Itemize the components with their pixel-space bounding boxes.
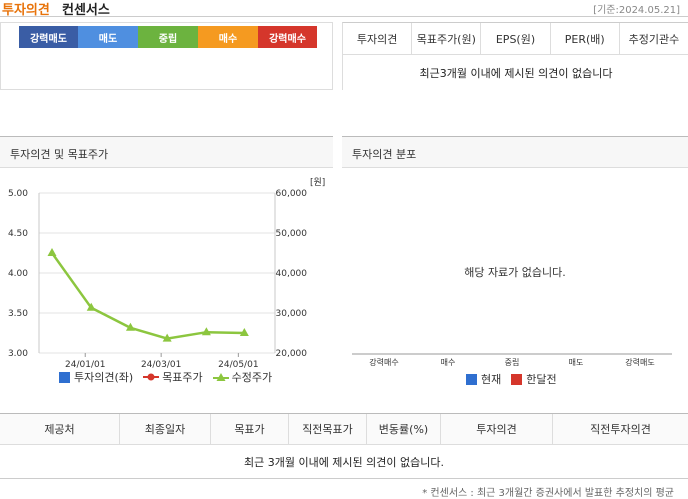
chart-panel: 투자의견 및 목표주가 5.00 4.50 4.00 3.50 3.00 60,000 50… <box>0 136 333 385</box>
opinion-col-5: 추정기관수 <box>620 23 688 54</box>
legend-square-icon <box>466 373 477 385</box>
scale-item-2: 매도 <box>78 26 138 48</box>
broker-col-4: 직전목표가 <box>289 414 367 444</box>
footnote: * 컨센서스 : 최근 3개월간 증권사에서 발표한 추정치의 평균 <box>422 488 674 499</box>
legend-item-1: 투자의견(좌) <box>59 369 133 385</box>
y-left-tick: 3.50 <box>8 309 28 319</box>
y-right-tick: 20,000 <box>276 349 308 359</box>
opinion-col-2: 목표주가(원) <box>412 23 482 54</box>
broker-table: 제공처 최종일자 목표가 직전목표가 변동률(%) 투자의견 직전투자의견 최근 3개월 이… <box>0 413 688 479</box>
scale-item-3: 중립 <box>138 26 198 48</box>
legend-line-triangle-icon <box>212 373 229 381</box>
dist-category-label: 중립 <box>505 358 520 367</box>
legend-label: 목표주가 <box>162 371 203 384</box>
scale-item-5: 강력매수 <box>258 26 317 48</box>
opinion-table-header: 투자의견 목표주가(원) EPS(원) PER(배) 추정기관수 <box>343 23 688 55</box>
broker-col-3: 목표가 <box>211 414 289 444</box>
distribution-panel-title: 투자의견 분포 <box>342 136 688 168</box>
series-line-adjusted-price <box>50 252 245 340</box>
opinion-scale: 강력매도 매도 중립 매수 강력매수 <box>19 26 317 48</box>
legend-square-icon <box>59 371 70 383</box>
broker-col-7: 직전투자의견 <box>590 423 651 436</box>
legend-item-2: 목표주가 <box>143 369 203 385</box>
broker-col-5: 변동률(%) <box>367 414 441 444</box>
legend-label: 수정주가 <box>231 371 273 384</box>
broker-empty-message: 최근 3개월 이내에 제시된 의견이 없습니다. <box>0 445 688 479</box>
chart-legend: 투자의견(좌) 목표주가 수정주가 <box>59 369 282 385</box>
legend-label: 현재 <box>481 373 502 386</box>
data-point <box>47 248 57 256</box>
distribution-axis: 강력매수 매수 중립 매도 강력매도 <box>352 353 672 367</box>
dist-legend-item-1: 현재 <box>466 371 501 387</box>
legend-item-3: 수정주가 <box>212 369 273 385</box>
price-chart: 5.00 4.50 4.00 3.50 3.00 60,000 50,000 40,000 30… <box>8 177 325 370</box>
y-right-tick: 60,000 <box>276 189 308 199</box>
broker-col-1: 제공처 <box>0 414 120 444</box>
y-left-tick: 4.00 <box>8 269 28 279</box>
opinion-table: 투자의견 목표주가(원) EPS(원) PER(배) 추정기관수 최근3개월 이내에 제… <box>342 22 688 90</box>
dist-category-label: 강력매도 <box>625 357 654 367</box>
opinion-col-4: PER(배) <box>551 23 620 54</box>
dist-category-label: 매도 <box>569 358 584 367</box>
dist-legend-item-2: 한달전 <box>511 371 557 387</box>
chart-panel-title: 투자의견 및 목표주가 <box>0 136 333 168</box>
broker-col-2: 최종일자 <box>120 414 211 444</box>
header: 투자의견 컨센서스 [기준:2024.05.21] <box>0 0 688 18</box>
opinion-col-3: EPS(원) <box>481 23 551 54</box>
y-right-tick: 40,000 <box>276 269 308 279</box>
opinion-empty-message: 최근3개월 이내에 제시된 의견이 없습니다 <box>419 67 613 80</box>
scale-item-4: 매수 <box>198 26 258 48</box>
distribution-legend: 현재 한달전 <box>466 371 567 387</box>
header-divider <box>0 16 688 17</box>
distribution-nodata: 해당 자료가 없습니다. <box>464 266 566 279</box>
broker-table-header: 제공처 최종일자 목표가 직전목표가 변동률(%) 투자의견 직전투자의견 <box>0 413 688 445</box>
y-left-tick: 4.50 <box>8 229 28 239</box>
scale-item-1: 강력매도 <box>19 26 78 48</box>
y-right-unit: [원] <box>310 177 325 188</box>
y-left-tick: 3.00 <box>8 349 28 359</box>
distribution-panel: 투자의견 분포 해당 자료가 없습니다. 강력매수 매수 중립 매도 강력매도 현재 한달… <box>342 136 688 386</box>
legend-label: 한달전 <box>526 373 557 386</box>
legend-square-icon <box>511 373 523 385</box>
y-right-tick: 50,000 <box>276 229 308 239</box>
opinion-col-1: 투자의견 <box>343 23 413 54</box>
y-left-tick: 5.00 <box>8 189 28 199</box>
y-right-tick: 30,000 <box>276 309 308 319</box>
broker-col-6: 투자의견 <box>441 414 553 444</box>
dist-category-label: 매수 <box>441 358 456 367</box>
base-date: [기준:2024.05.21] <box>593 5 680 16</box>
dist-category-label: 강력매수 <box>369 357 398 367</box>
legend-label: 투자의견(좌) <box>74 371 134 384</box>
legend-line-circle-icon <box>143 373 160 381</box>
